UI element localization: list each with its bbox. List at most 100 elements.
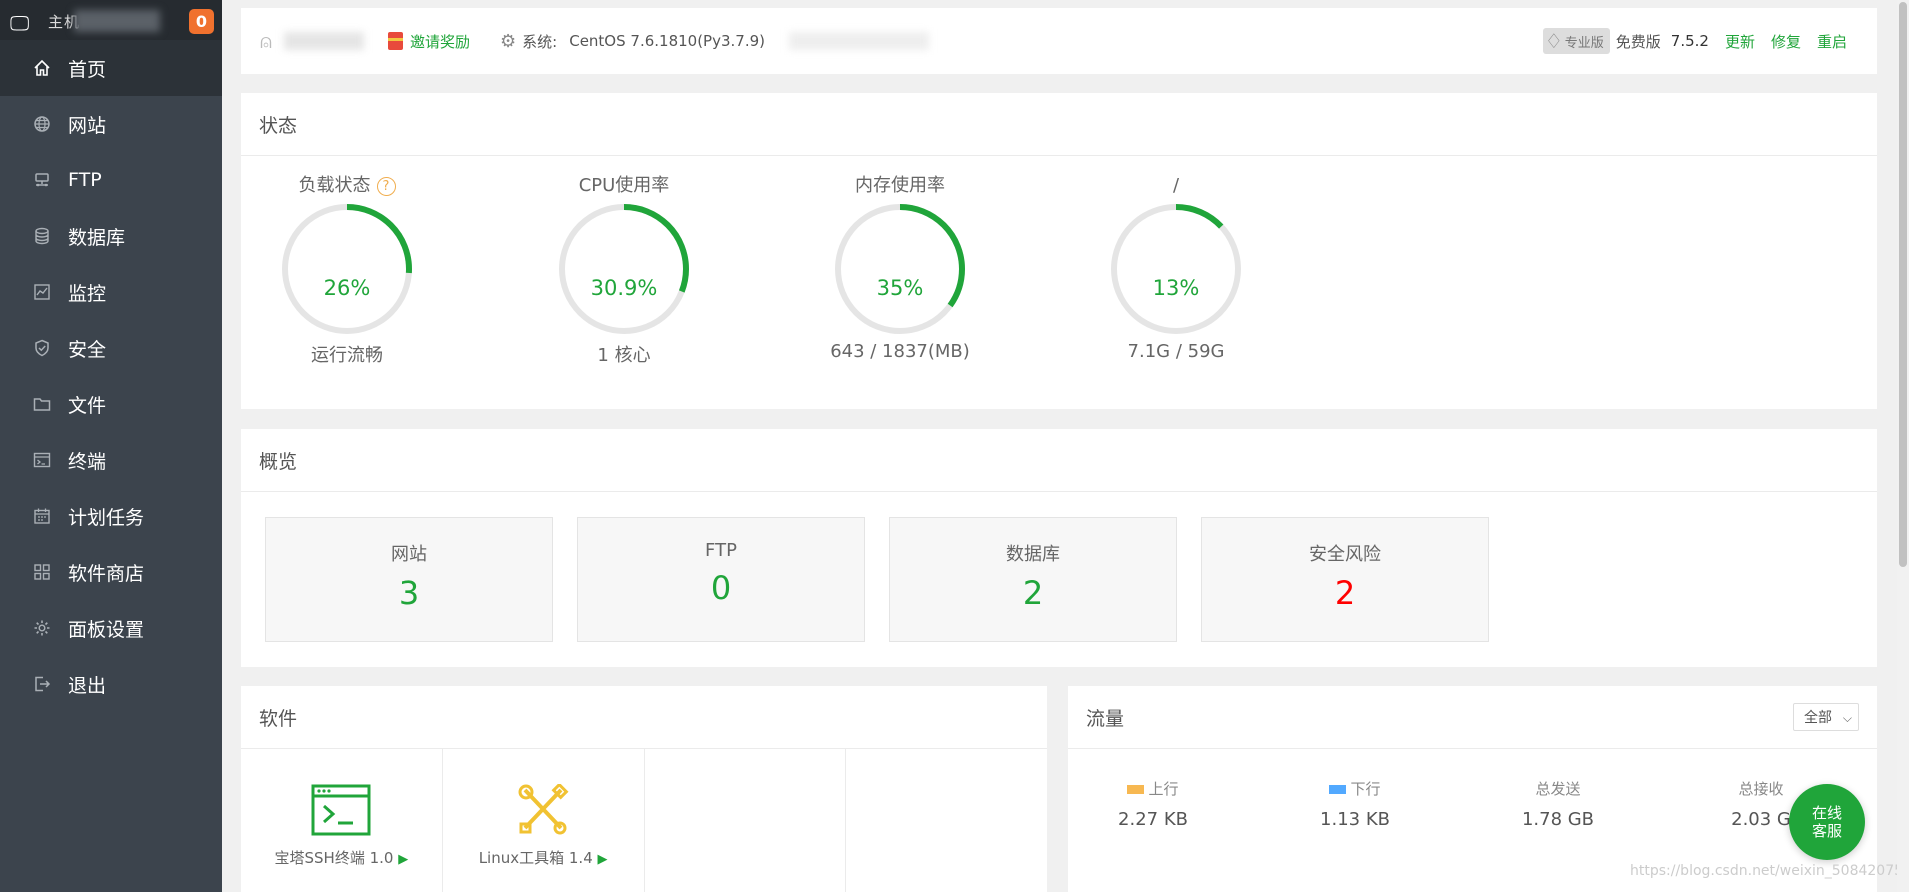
update-link[interactable]: 更新 [1725,31,1755,52]
sidebar-item-label: 数据库 [68,226,126,249]
invite-label: 邀请奖励 [410,32,471,51]
download-value: 1.13 KB [1320,809,1390,830]
play-icon[interactable]: ▶ [598,852,608,867]
traffic-total-sent: 总发送 1.78 GB [1473,778,1643,830]
memory-gauge[interactable]: 内存使用率 35% 643 / 1837(MB) [815,155,985,375]
traffic-interface-select[interactable]: 全部 ⌵ [1793,703,1859,731]
sidebar-item-label: 文件 [68,394,107,417]
download-color-swatch [1329,785,1347,794]
overview-count: 0 [710,569,732,607]
gauge-ring [559,204,689,334]
sidebar-item-security[interactable]: 安全 [0,320,222,376]
upload-label: 上行 [1148,780,1179,798]
gear-icon: ⚙ [500,30,517,52]
traffic-upload: 上行 2.27 KB [1068,778,1238,830]
sidebar-item-label: 首页 [68,58,107,81]
gauge-label: CPU使用率 [578,175,670,196]
overview-count: 2 [1334,574,1356,612]
overview-label: 安全风险 [1309,544,1381,565]
software-panel: 软件 宝塔SSH终端 1.0 ▶ Linux工具箱 1.4 ▶ [241,686,1047,892]
sidebar-item-home[interactable]: 首页 [0,40,222,96]
sidebar-item-label: 终端 [68,450,107,473]
sidebar-item-monitor[interactable]: 监控 [0,264,222,320]
gauge-label: 负载状态 [298,175,371,196]
sidebar-item-appstore[interactable]: 软件商店 [0,544,222,600]
sidebar-item-terminal[interactable]: 终端 [0,432,222,488]
play-icon[interactable]: ▶ [398,852,408,867]
scrollbar-thumb[interactable] [1899,2,1907,567]
sidebar-item-label: 软件商店 [68,562,145,585]
redacted-username [284,32,364,50]
gift-icon [388,32,403,50]
sidebar-item-files[interactable]: 文件 [0,376,222,432]
sidebar-item-label: 计划任务 [68,506,145,529]
page-scrollbar[interactable] [1897,0,1909,892]
gauge-value: 13% [1152,276,1200,300]
invite-reward-link[interactable]: 邀请奖励 [388,31,470,52]
sidebar-item-label: FTP [68,169,102,191]
system-label: 系统: [522,32,558,51]
software-grid: 宝塔SSH终端 1.0 ▶ Linux工具箱 1.4 ▶ [241,749,1047,892]
sidebar-item-logout[interactable]: 退出 [0,656,222,712]
load-gauge[interactable]: 负载状态? 26% 运行流畅 [262,155,432,375]
total-sent-label: 总发送 [1535,780,1581,798]
software-item-linux-toolbox[interactable]: Linux工具箱 1.4 ▶ [443,749,645,892]
gauge-value: 26% [323,276,371,300]
redacted-server-name [74,10,160,32]
overview-databases[interactable]: 数据库 2 [889,517,1177,642]
chevron-down-icon: ⌵ [1842,711,1852,725]
sidebar-item-label: 安全 [68,338,107,361]
restart-link[interactable]: 重启 [1817,31,1847,52]
help-icon[interactable]: ? [376,176,396,196]
sidebar-item-websites[interactable]: 网站 [0,96,222,152]
grid-icon [30,560,54,584]
overview-label: FTP [705,540,737,561]
software-item-ssh-terminal[interactable]: 宝塔SSH终端 1.0 ▶ [241,749,443,892]
ftp-icon [30,168,54,192]
gear-icon [30,616,54,640]
system-value: CentOS 7.6.1810(Py3.7.9) [569,32,765,50]
gauge-subtext: 1 核心 [597,345,651,366]
status-title: 状态 [241,93,1877,156]
sidebar-footer [0,728,222,892]
upload-value: 2.27 KB [1118,809,1188,830]
monitor-icon: 🖵 [10,11,30,35]
sidebar-item-label: 网站 [68,114,107,137]
overview-title: 概览 [241,429,1877,492]
sidebar-item-ftp[interactable]: FTP [0,152,222,208]
tools-icon [518,782,569,835]
edition-label: 免费版 [1615,32,1661,51]
gauge-value: 35% [876,276,924,300]
sidebar-item-label: 面板设置 [68,618,145,641]
version-number: 7.5.2 [1670,32,1709,50]
gauge-label: / [1172,175,1180,196]
software-title: 软件 [241,686,1047,749]
total-sent-value: 1.78 GB [1521,809,1595,830]
online-service-button[interactable]: 在线客服 [1789,784,1865,860]
server-header: 🖵 主机 0 [0,0,222,40]
gauge-ring [282,204,412,334]
sidebar-item-database[interactable]: 数据库 [0,208,222,264]
gauge-value: 30.9% [590,276,658,300]
download-label: 下行 [1350,780,1381,798]
pro-badge[interactable]: ♢ 专业版 [1542,28,1610,54]
globe-icon [30,112,54,136]
overview-ftp[interactable]: FTP 0 [577,517,865,642]
shield-icon [30,336,54,360]
disk-gauge[interactable]: / 13% 7.1G / 59G [1091,155,1261,375]
top-info-bar: ⍝ 邀请奖励 ⚙ 系统: CentOS 7.6.1810(Py3.7.9) ♢ 专… [241,8,1877,74]
sidebar-item-cron[interactable]: 计划任务 [0,488,222,544]
sidebar: 🖵 主机 0 首页 网站 FTP 数据库 监控 安全 文件 终端 计划任务 软件… [0,0,222,892]
notification-badge[interactable]: 0 [189,9,214,34]
user-icon: ⍝ [260,29,272,53]
overview-websites[interactable]: 网站 3 [265,517,553,642]
upload-color-swatch [1127,785,1145,794]
overview-security-risk[interactable]: 安全风险 2 [1201,517,1489,642]
diamond-icon: ♢ [1544,29,1563,53]
cpu-gauge[interactable]: CPU使用率 30.9% 1 核心 [539,155,709,375]
repair-link[interactable]: 修复 [1771,31,1801,52]
sidebar-item-settings[interactable]: 面板设置 [0,600,222,656]
overview-label: 数据库 [1006,544,1060,565]
overview-label: 网站 [391,544,427,565]
home-icon [30,56,54,80]
